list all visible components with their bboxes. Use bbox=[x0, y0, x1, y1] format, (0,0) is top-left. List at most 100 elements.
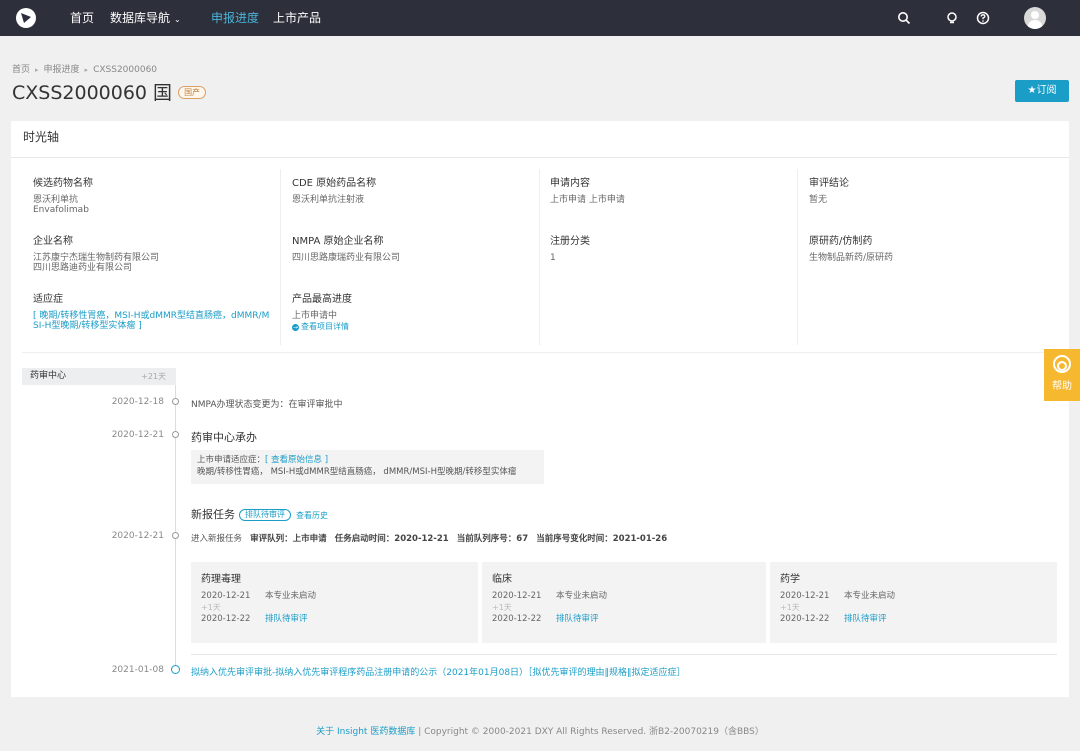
progress-cell: 产品最高进度 上市申请中 → 查看项目详情 bbox=[292, 295, 542, 332]
indication-link-1[interactable]: [ 晚期/转移性胃癌，MSI-H或dMMR型结直肠癌，dMMR/M bbox=[33, 311, 283, 321]
breadcrumb-sep: ▸ bbox=[35, 66, 39, 74]
breadcrumb: 首页 ▸ 申报进度 ▸ CXSS2000060 bbox=[12, 62, 157, 75]
breadcrumb-home[interactable]: 首页 bbox=[12, 65, 30, 75]
cde-name-cell: CDE 原始药品名称 恩沃利单抗注射液 bbox=[292, 178, 542, 206]
spec-plus: +1天 bbox=[780, 603, 800, 612]
reg-class-cell: 注册分类 1 bbox=[550, 236, 800, 264]
apply-content-cell: 申请内容 上市申请 上市申请 bbox=[550, 178, 800, 206]
help-label: 帮助 bbox=[1052, 381, 1072, 392]
company-value-2: 四川思路迪药业有限公司 bbox=[33, 263, 133, 273]
task-prefix: 进入新报任务 bbox=[191, 534, 243, 544]
priority-review-link[interactable]: 拟纳入优先审评审批-拟纳入优先审评程序药品注册申请的公示（2021年01月08日… bbox=[191, 665, 686, 678]
position-label: 当前队列序号： bbox=[456, 534, 517, 544]
grid-divider bbox=[280, 169, 281, 345]
project-detail-text: 查看项目详情 bbox=[301, 322, 349, 331]
queue-label: 审评队列： bbox=[250, 534, 293, 544]
search-icon[interactable] bbox=[897, 11, 911, 25]
timeline-node bbox=[172, 398, 179, 405]
nav-database-label: 数据库导航 bbox=[110, 11, 171, 25]
event-date: 2020-12-18 bbox=[111, 397, 164, 407]
chevron-down-icon: ⌄ bbox=[174, 15, 181, 24]
progress-label: 产品最高进度 bbox=[292, 294, 352, 305]
lifebuoy-icon bbox=[1053, 355, 1071, 373]
breadcrumb-progress[interactable]: 申报进度 bbox=[44, 65, 80, 75]
apply-content-label: 申请内容 bbox=[550, 178, 590, 189]
company-cell: 企业名称 江苏康宁杰瑞生物制药有限公司 四川思路迪药业有限公司 bbox=[33, 236, 283, 274]
origin-label: 原研药/仿制药 bbox=[809, 236, 873, 247]
origin-cell: 原研药/仿制药 生物制品新药/原研药 bbox=[809, 236, 1059, 264]
timeline-node bbox=[172, 532, 179, 539]
spec-status-link[interactable]: 排队待审评 bbox=[844, 614, 887, 624]
grid-divider bbox=[539, 169, 540, 345]
event-text: NMPA办理状态变更为：在审评审批中 bbox=[191, 400, 343, 410]
nmpa-company-value: 四川思路康瑞药业有限公司 bbox=[292, 253, 401, 263]
event-date: 2021-01-08 bbox=[111, 665, 164, 675]
drug-name-cell: 候选药物名称 恩沃利单抗 Envafolimab bbox=[33, 178, 283, 216]
timeline-tab-cde[interactable]: 药审中心 +21天 bbox=[22, 368, 176, 385]
about-link[interactable]: 关于 Insight 医药数据库 bbox=[316, 727, 415, 737]
page-title-text: CXSS2000060 国 bbox=[12, 82, 173, 104]
apply-content-value: 上市申请 上市申请 bbox=[550, 195, 625, 205]
nmpa-company-label: NMPA 原始企业名称 bbox=[292, 236, 384, 247]
spec-date: 2020-12-21 bbox=[492, 591, 542, 601]
view-original-link[interactable]: [ 查看原始信息 ] bbox=[265, 455, 328, 465]
spec-date: 2020-12-22 bbox=[201, 614, 251, 624]
cde-name-value: 恩沃利单抗注射液 bbox=[292, 195, 365, 205]
spec-row: 2020-12-22 排队待审评 bbox=[780, 614, 1047, 625]
timeline-axis bbox=[175, 385, 176, 670]
help-icon[interactable] bbox=[976, 11, 990, 25]
project-detail-link[interactable]: → 查看项目详情 bbox=[292, 322, 542, 332]
spec-box-pharmacy: 药学 2020-12-21 本专业未启动 +1天 2020-12-22 排队待审评 bbox=[770, 562, 1057, 643]
nmpa-company-cell: NMPA 原始企业名称 四川思路康瑞药业有限公司 bbox=[292, 236, 542, 264]
drug-name-cn: 恩沃利单抗 bbox=[33, 195, 79, 205]
grid-divider bbox=[797, 169, 798, 345]
timeline-tab-days: +21天 bbox=[141, 372, 166, 381]
subscribe-button[interactable]: ★订阅 bbox=[1015, 80, 1069, 102]
indication-prefix: 上市申请适应症： bbox=[197, 455, 266, 465]
event-date: 2020-12-21 bbox=[111, 531, 164, 541]
new-task-title: 新报任务 bbox=[191, 508, 235, 521]
copyright: | Copyright © 2000-2021 DXY All Rights R… bbox=[415, 727, 764, 737]
queue-status-pill: 排队待审评 bbox=[239, 509, 291, 521]
cde-name-label: CDE 原始药品名称 bbox=[292, 178, 377, 189]
spec-date: 2020-12-21 bbox=[201, 591, 251, 601]
spec-date: 2020-12-21 bbox=[780, 591, 830, 601]
nav-home[interactable]: 首页 bbox=[70, 0, 94, 36]
arrow-right-icon: → bbox=[292, 324, 299, 331]
conclusion-value: 暂无 bbox=[809, 195, 828, 205]
change-value: 2021-01-26 bbox=[612, 534, 668, 544]
timeline-node-active bbox=[171, 665, 180, 674]
position-value: 67 bbox=[516, 534, 529, 544]
nav-products[interactable]: 上市产品 bbox=[273, 0, 321, 36]
view-history-link[interactable]: 查看历史 bbox=[296, 511, 328, 520]
help-widget[interactable]: 帮助 bbox=[1044, 349, 1080, 401]
company-label: 企业名称 bbox=[33, 236, 73, 247]
indication-label: 适应症 bbox=[33, 294, 63, 305]
timeline-tab-label: 药审中心 bbox=[30, 371, 67, 381]
indication-link-2[interactable]: SI-H型晚期/转移型实体瘤 ] bbox=[33, 321, 283, 331]
reg-class-value: 1 bbox=[550, 253, 556, 263]
spec-title: 临床 bbox=[492, 574, 512, 585]
spec-status-link[interactable]: 排队待审评 bbox=[556, 614, 599, 624]
drug-name-en: Envafolimab bbox=[33, 205, 89, 215]
queue-value: 上市申请 bbox=[292, 534, 327, 544]
avatar-icon[interactable] bbox=[1024, 7, 1046, 29]
footer: 关于 Insight 医药数据库 | Copyright © 2000-2021… bbox=[0, 724, 1080, 737]
spec-status-link[interactable]: 排队待审评 bbox=[265, 614, 308, 624]
conclusion-cell: 审评结论 暂无 bbox=[809, 178, 1059, 206]
change-label: 当前序号变化时间： bbox=[536, 534, 613, 544]
spec-row: 2020-12-22 排队待审评 bbox=[492, 614, 756, 625]
event-date: 2020-12-21 bbox=[111, 430, 164, 440]
lightbulb-icon[interactable] bbox=[945, 11, 959, 25]
logo-icon[interactable] bbox=[16, 8, 36, 28]
spec-status: 本专业未启动 bbox=[844, 591, 896, 601]
nav-progress[interactable]: 申报进度 bbox=[211, 0, 259, 36]
spec-row: 2020-12-21 本专业未启动 bbox=[780, 591, 1047, 602]
nav-database[interactable]: 数据库导航 ⌄ bbox=[110, 0, 181, 36]
reg-class-label: 注册分类 bbox=[550, 236, 590, 247]
top-navbar: 首页 数据库导航 ⌄ 申报进度 上市产品 bbox=[0, 0, 1080, 36]
spec-row: 2020-12-21 本专业未启动 bbox=[492, 591, 756, 602]
conclusion-label: 审评结论 bbox=[809, 178, 849, 189]
drug-name-label: 候选药物名称 bbox=[33, 178, 93, 189]
spec-plus: +1天 bbox=[201, 603, 221, 612]
